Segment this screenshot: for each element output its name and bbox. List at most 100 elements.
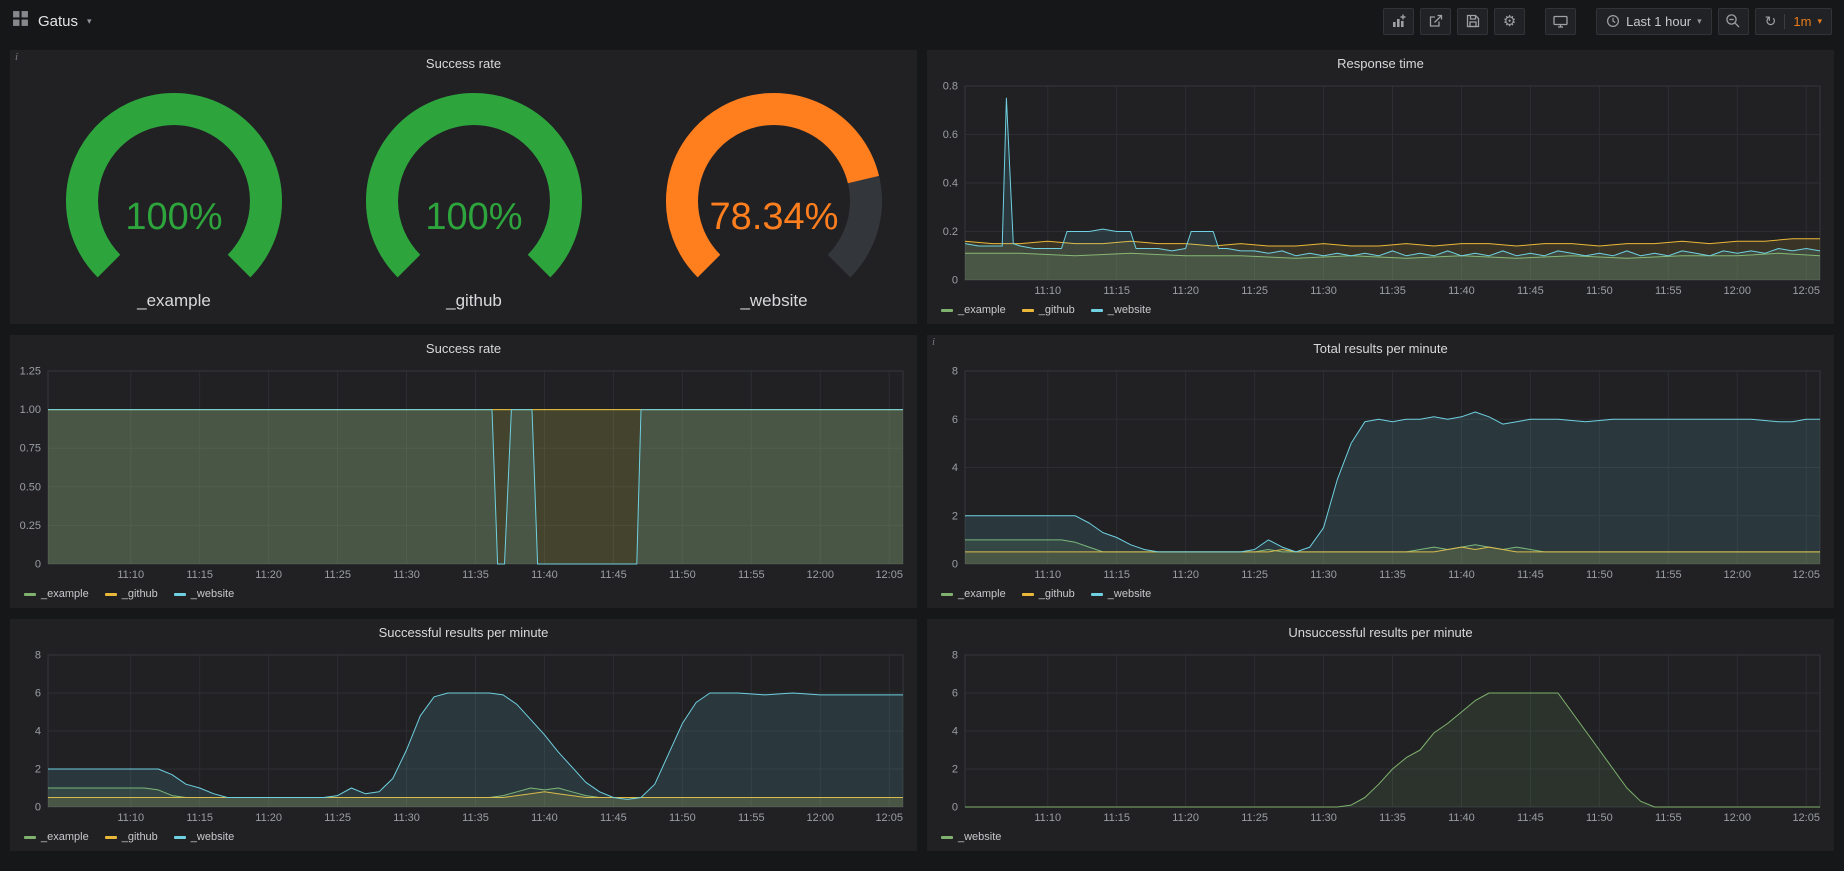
legend-item-_example[interactable]: _example (941, 304, 1006, 316)
response-time-graph[interactable]: 11:1011:1511:2011:2511:3011:3511:4011:45… (927, 76, 1834, 300)
legend-item-_website[interactable]: _website (174, 588, 234, 600)
svg-text:11:30: 11:30 (1310, 812, 1337, 824)
zoom-out-button[interactable] (1718, 8, 1749, 35)
panel-response-time: Response time 11:1011:1511:2011:2511:301… (927, 50, 1834, 324)
settings-gear-icon[interactable]: ⚙ (1494, 8, 1525, 35)
navbar-left: Gatus ▾ (12, 10, 92, 32)
share-icon[interactable] (1420, 8, 1451, 35)
legend-item-_example[interactable]: _example (941, 588, 1006, 600)
legend-item-_example[interactable]: _example (24, 831, 89, 843)
panel-info-icon[interactable]: i (932, 336, 935, 348)
legend-item-_website[interactable]: _website (174, 831, 234, 843)
gauge-_website: 78.34%_website (624, 89, 917, 311)
save-icon[interactable] (1457, 8, 1488, 35)
gauge-_github: 100%_github (324, 89, 624, 311)
legend-item-_github[interactable]: _github (1022, 304, 1075, 316)
unsuccessful-results-graph[interactable]: 11:1011:1511:2011:2511:3011:3511:4011:45… (927, 645, 1834, 827)
success-rate-graph[interactable]: 11:1011:1511:2011:2511:3011:3511:4011:45… (10, 361, 917, 584)
legend: _example _github _website (24, 827, 907, 847)
svg-text:12:00: 12:00 (1723, 812, 1751, 824)
panel-header[interactable]: Success rate (10, 335, 917, 361)
svg-text:12:00: 12:00 (806, 569, 834, 581)
legend-color-swatch (941, 593, 953, 596)
legend-item-_website[interactable]: _website (941, 831, 1001, 843)
legend-color-swatch (24, 593, 36, 596)
svg-text:8: 8 (952, 650, 958, 662)
dashboard-dropdown-caret-icon[interactable]: ▾ (87, 17, 92, 26)
panel-header[interactable]: Successful results per minute (10, 619, 917, 645)
dashboard-title[interactable]: Gatus (38, 13, 78, 30)
svg-text:11:45: 11:45 (600, 569, 627, 581)
panel-title[interactable]: Unsuccessful results per minute (1288, 625, 1472, 640)
legend-item-_website[interactable]: _website (1091, 304, 1151, 316)
svg-text:11:35: 11:35 (462, 569, 489, 581)
dashboard-grid: i Success rate 100% _example 100%_github78… (0, 42, 1844, 859)
panel-success-rate-timeseries: Success rate 11:1011:1511:2011:2511:3011… (10, 335, 917, 608)
legend-series-name: _github (1039, 588, 1075, 600)
svg-text:1.00: 1.00 (20, 404, 41, 416)
svg-text:11:20: 11:20 (1172, 285, 1199, 297)
legend-series-name: _website (1108, 304, 1151, 316)
svg-text:11:45: 11:45 (600, 812, 627, 824)
panel-title[interactable]: Total results per minute (1313, 341, 1447, 356)
gauge-value: 100% (425, 196, 522, 238)
refresh-interval-label[interactable]: 1m (1793, 14, 1811, 29)
panel-success-rate-gauges: i Success rate 100%_example100%_github78… (10, 50, 917, 324)
svg-text:11:55: 11:55 (1655, 812, 1682, 824)
time-range-picker[interactable]: Last 1 hour ▾ (1596, 8, 1712, 35)
svg-text:12:00: 12:00 (806, 812, 834, 824)
successful-results-graph[interactable]: 11:1011:1511:2011:2511:3011:3511:4011:45… (10, 645, 917, 827)
refresh-icon[interactable]: ↻ (1765, 14, 1777, 28)
panel-title[interactable]: Successful results per minute (379, 625, 549, 640)
svg-text:2: 2 (35, 764, 41, 776)
legend-item-_website[interactable]: _website (1091, 588, 1151, 600)
svg-text:11:50: 11:50 (1586, 285, 1613, 297)
tv-mode-icon[interactable] (1545, 8, 1576, 35)
panel-header[interactable]: Success rate (10, 50, 917, 76)
svg-text:11:20: 11:20 (255, 812, 282, 824)
panel-title[interactable]: Response time (1337, 56, 1424, 71)
svg-text:0.4: 0.4 (943, 178, 958, 190)
svg-text:11:10: 11:10 (1034, 285, 1061, 297)
panel-header[interactable]: Total results per minute (927, 335, 1834, 361)
panel-header[interactable]: Unsuccessful results per minute (927, 619, 1834, 645)
refresh-picker[interactable]: ↻ 1m ▾ (1755, 8, 1832, 35)
svg-text:11:30: 11:30 (393, 812, 420, 824)
legend-item-_github[interactable]: _github (105, 831, 158, 843)
navbar-right: ⚙ Last 1 hour ▾ ↻ 1m ▾ (1383, 8, 1832, 35)
gauge-arc: 78.34% (624, 89, 917, 289)
total-results-graph[interactable]: 11:1011:1511:2011:2511:3011:3511:4011:45… (927, 361, 1834, 584)
legend-item-_github[interactable]: _github (1022, 588, 1075, 600)
panel-title[interactable]: Success rate (426, 56, 501, 71)
svg-text:12:00: 12:00 (1723, 569, 1751, 581)
svg-text:11:50: 11:50 (1586, 812, 1613, 824)
svg-text:11:15: 11:15 (186, 812, 213, 824)
legend-color-swatch (1022, 593, 1034, 596)
svg-text:8: 8 (35, 650, 41, 662)
svg-text:11:20: 11:20 (255, 569, 282, 581)
svg-text:11:45: 11:45 (1517, 569, 1544, 581)
refresh-caret-icon[interactable]: ▾ (1817, 17, 1822, 26)
dashboard-grid-icon[interactable] (12, 10, 29, 32)
svg-text:6: 6 (35, 688, 41, 700)
svg-text:0: 0 (952, 275, 958, 287)
svg-text:1.25: 1.25 (20, 366, 41, 378)
svg-text:6: 6 (952, 414, 958, 426)
legend-item-_example[interactable]: _example (24, 588, 89, 600)
svg-text:11:40: 11:40 (531, 569, 558, 581)
svg-text:0.2: 0.2 (943, 226, 958, 238)
svg-text:11:25: 11:25 (1241, 285, 1268, 297)
panel-title[interactable]: Success rate (426, 341, 501, 356)
add-panel-button[interactable] (1383, 8, 1414, 35)
legend-color-swatch (174, 593, 186, 596)
legend-series-name: _website (191, 831, 234, 843)
svg-text:11:35: 11:35 (462, 812, 489, 824)
panel-header[interactable]: Response time (927, 50, 1834, 76)
svg-text:11:35: 11:35 (1379, 285, 1406, 297)
panel-info-icon[interactable]: i (15, 51, 18, 63)
time-range-label: Last 1 hour (1626, 14, 1691, 29)
svg-text:2: 2 (952, 510, 958, 522)
legend: _example _github _website (24, 584, 907, 604)
svg-text:11:55: 11:55 (738, 812, 765, 824)
legend-item-_github[interactable]: _github (105, 588, 158, 600)
